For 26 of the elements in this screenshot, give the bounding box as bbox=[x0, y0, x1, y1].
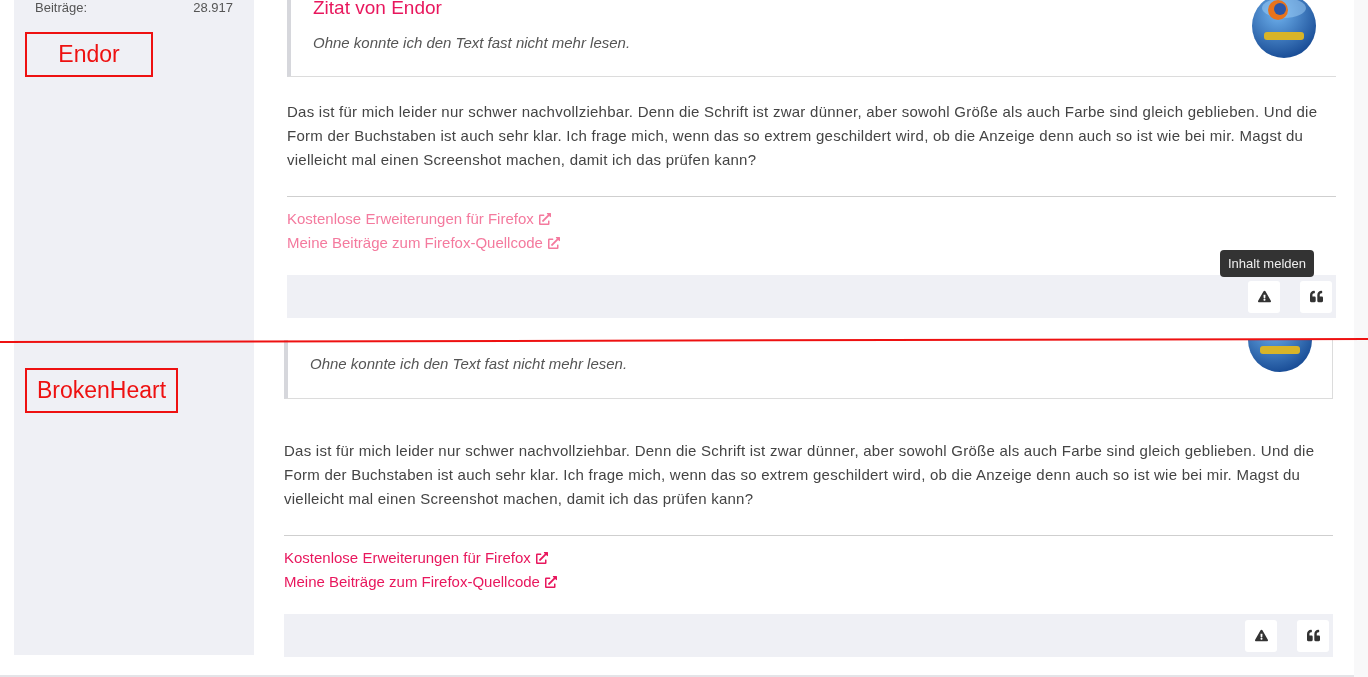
quote-button[interactable] bbox=[1300, 280, 1332, 313]
quote-text: Ohne konnte ich den Text fast nicht mehr lesen. bbox=[310, 355, 628, 372]
external-link-icon bbox=[547, 237, 560, 249]
quote-text: Ohne konnte ich den Text fast nicht mehr lesen. bbox=[313, 34, 631, 51]
stat-label: Beiträge: bbox=[35, 0, 88, 15]
signature-link[interactable]: Meine Beiträge zum Firefox-Quellcode bbox=[287, 231, 560, 255]
external-link-icon bbox=[535, 552, 548, 564]
signature-link[interactable]: Kostenlose Erweiterungen für Firefox bbox=[284, 546, 548, 570]
quote-icon bbox=[1306, 629, 1320, 642]
report-button[interactable] bbox=[1248, 280, 1280, 313]
warning-icon bbox=[1254, 629, 1268, 642]
annotation-label: Endor bbox=[25, 32, 153, 77]
quote-button[interactable] bbox=[1297, 619, 1329, 652]
report-button[interactable] bbox=[1245, 619, 1277, 652]
annotation-label: BrokenHeart bbox=[25, 368, 179, 413]
signature-link[interactable]: Kostenlose Erweiterungen für Firefox bbox=[287, 207, 551, 231]
post-text: Das ist für mich leider nur schwer nachvollziehbar. Denn die Schrift ist zwar dünner, aber sowohl Größe als auch Farbe sind gleich geblieben. Und die Form der Buchstaben ist auch sehr klar. Ich frage mich, wenn das so extrem geschildert wird, ob die Anzeige denn auch so ist wie bei mir. Magst du vielleicht mal einen Screenshot machen, damit ich das prüfen kann? bbox=[287, 102, 1319, 170]
quote-title: Zitat von Endor bbox=[313, 0, 443, 19]
tooltip: Inhalt melden bbox=[1219, 250, 1314, 277]
external-link-icon bbox=[538, 213, 551, 225]
external-link-icon bbox=[544, 576, 557, 588]
signature-link[interactable]: Meine Beiträge zum Firefox-Quellcode bbox=[284, 570, 557, 594]
warning-icon bbox=[1257, 290, 1271, 303]
stat-value: 28.917 bbox=[193, 0, 233, 15]
quote-icon bbox=[1309, 290, 1323, 303]
post-text: Das ist für mich leider nur schwer nachvollziehbar. Denn die Schrift ist zwar dünner, aber sowohl Größe als auch Farbe sind gleich geblieben. Und die Form der Buchstaben ist auch sehr klar. Ich frage mich, wenn das so extrem geschildert wird, ob die Anzeige denn auch so ist wie bei mir. Magst du vielleicht mal einen Screenshot machen, damit ich das prüfen kann? bbox=[284, 441, 1316, 509]
